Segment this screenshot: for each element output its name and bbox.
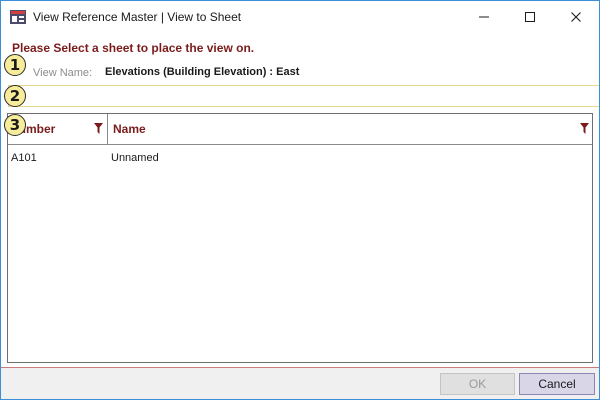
minimize-button[interactable]: [461, 1, 507, 33]
close-button[interactable]: [553, 1, 599, 33]
grid-header: Number Name: [8, 114, 592, 145]
callout-badge-1: 1: [4, 54, 26, 76]
instruction-text: Please Select a sheet to place the view …: [12, 41, 255, 55]
table-row[interactable]: A101 Unnamed: [8, 150, 592, 168]
ok-button[interactable]: OK: [440, 373, 515, 395]
cancel-button[interactable]: Cancel: [519, 373, 595, 395]
sheet-filter-input[interactable]: [8, 85, 599, 107]
column-header-name[interactable]: Name: [108, 114, 592, 144]
app-icon: [10, 10, 26, 24]
column-header-name-label: Name: [113, 122, 146, 136]
minimize-icon: [479, 16, 489, 18]
callout-badge-3: 3: [4, 114, 26, 136]
dialog-footer: OK Cancel: [1, 367, 599, 399]
title-bar[interactable]: View Reference Master | View to Sheet: [1, 1, 599, 33]
filter-icon[interactable]: [580, 123, 589, 134]
filter-icon[interactable]: [94, 123, 103, 134]
sheets-grid[interactable]: Number Name A101 Unnamed: [7, 113, 593, 363]
view-to-sheet-dialog: View Reference Master | View to Sheet Pl…: [0, 0, 600, 400]
maximize-icon: [525, 12, 535, 22]
callout-badge-2: 2: [4, 85, 26, 107]
view-name-label: View Name:: [33, 67, 93, 79]
maximize-button[interactable]: [507, 1, 553, 33]
cell-sheet-name: Unnamed: [111, 152, 159, 164]
close-icon: [571, 12, 581, 22]
view-name-value: Elevations (Building Elevation) : East: [105, 66, 300, 78]
window-title: View Reference Master | View to Sheet: [33, 10, 242, 24]
cell-sheet-number: A101: [11, 152, 37, 164]
